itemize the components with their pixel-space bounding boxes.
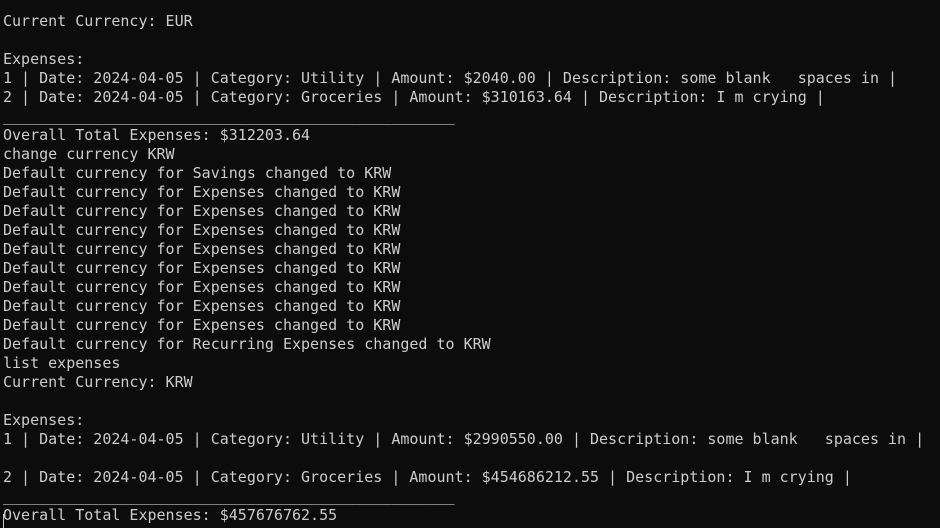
terminal-line: 2 | Date: 2024-04-05 | Category: Groceri… [3,88,825,106]
terminal-line: Default currency for Expenses changed to… [3,297,401,315]
terminal-line: Default currency for Expenses changed to… [3,183,401,201]
terminal-line: Default currency for Recurring Expenses … [3,335,491,353]
terminal-line: Default currency for Savings changed to … [3,164,392,182]
terminal-line: list expenses [3,354,121,372]
terminal-output: Current Currency: EUR Expenses: 1 | Date… [3,0,924,525]
terminal-line: Overall Total Expenses: $312203.64 [3,126,311,144]
terminal-line: Default currency for Expenses changed to… [3,259,401,277]
terminal-line: Default currency for Expenses changed to… [3,278,401,296]
terminal-window[interactable]: Current Currency: EUR Expenses: 1 | Date… [0,0,940,528]
terminal-line: 2 | Date: 2024-04-05 | Category: Groceri… [3,468,852,486]
terminal-line: Default currency for Expenses changed to… [3,202,401,220]
terminal-line: Default currency for Expenses changed to… [3,221,401,239]
terminal-line: Expenses: [3,50,85,68]
terminal-line: Expenses: [3,411,85,429]
terminal-line: Current Currency: KRW [3,373,193,391]
terminal-line: change currency KRW [3,145,175,163]
terminal-line: Overall Total Expenses: $457676762.55 [3,506,338,524]
terminal-line: Default currency for Expenses changed to… [3,240,401,258]
terminal-line: ________________________________________… [3,487,455,505]
terminal-line: Default currency for Expenses changed to… [3,316,401,334]
terminal-line: 1 | Date: 2024-04-05 | Category: Utility… [3,430,925,448]
terminal-line: Current Currency: EUR [3,12,193,30]
terminal-line: 1 | Date: 2024-04-05 | Category: Utility… [3,69,898,87]
text-cursor[interactable] [3,514,4,528]
terminal-line: ________________________________________… [3,107,455,125]
